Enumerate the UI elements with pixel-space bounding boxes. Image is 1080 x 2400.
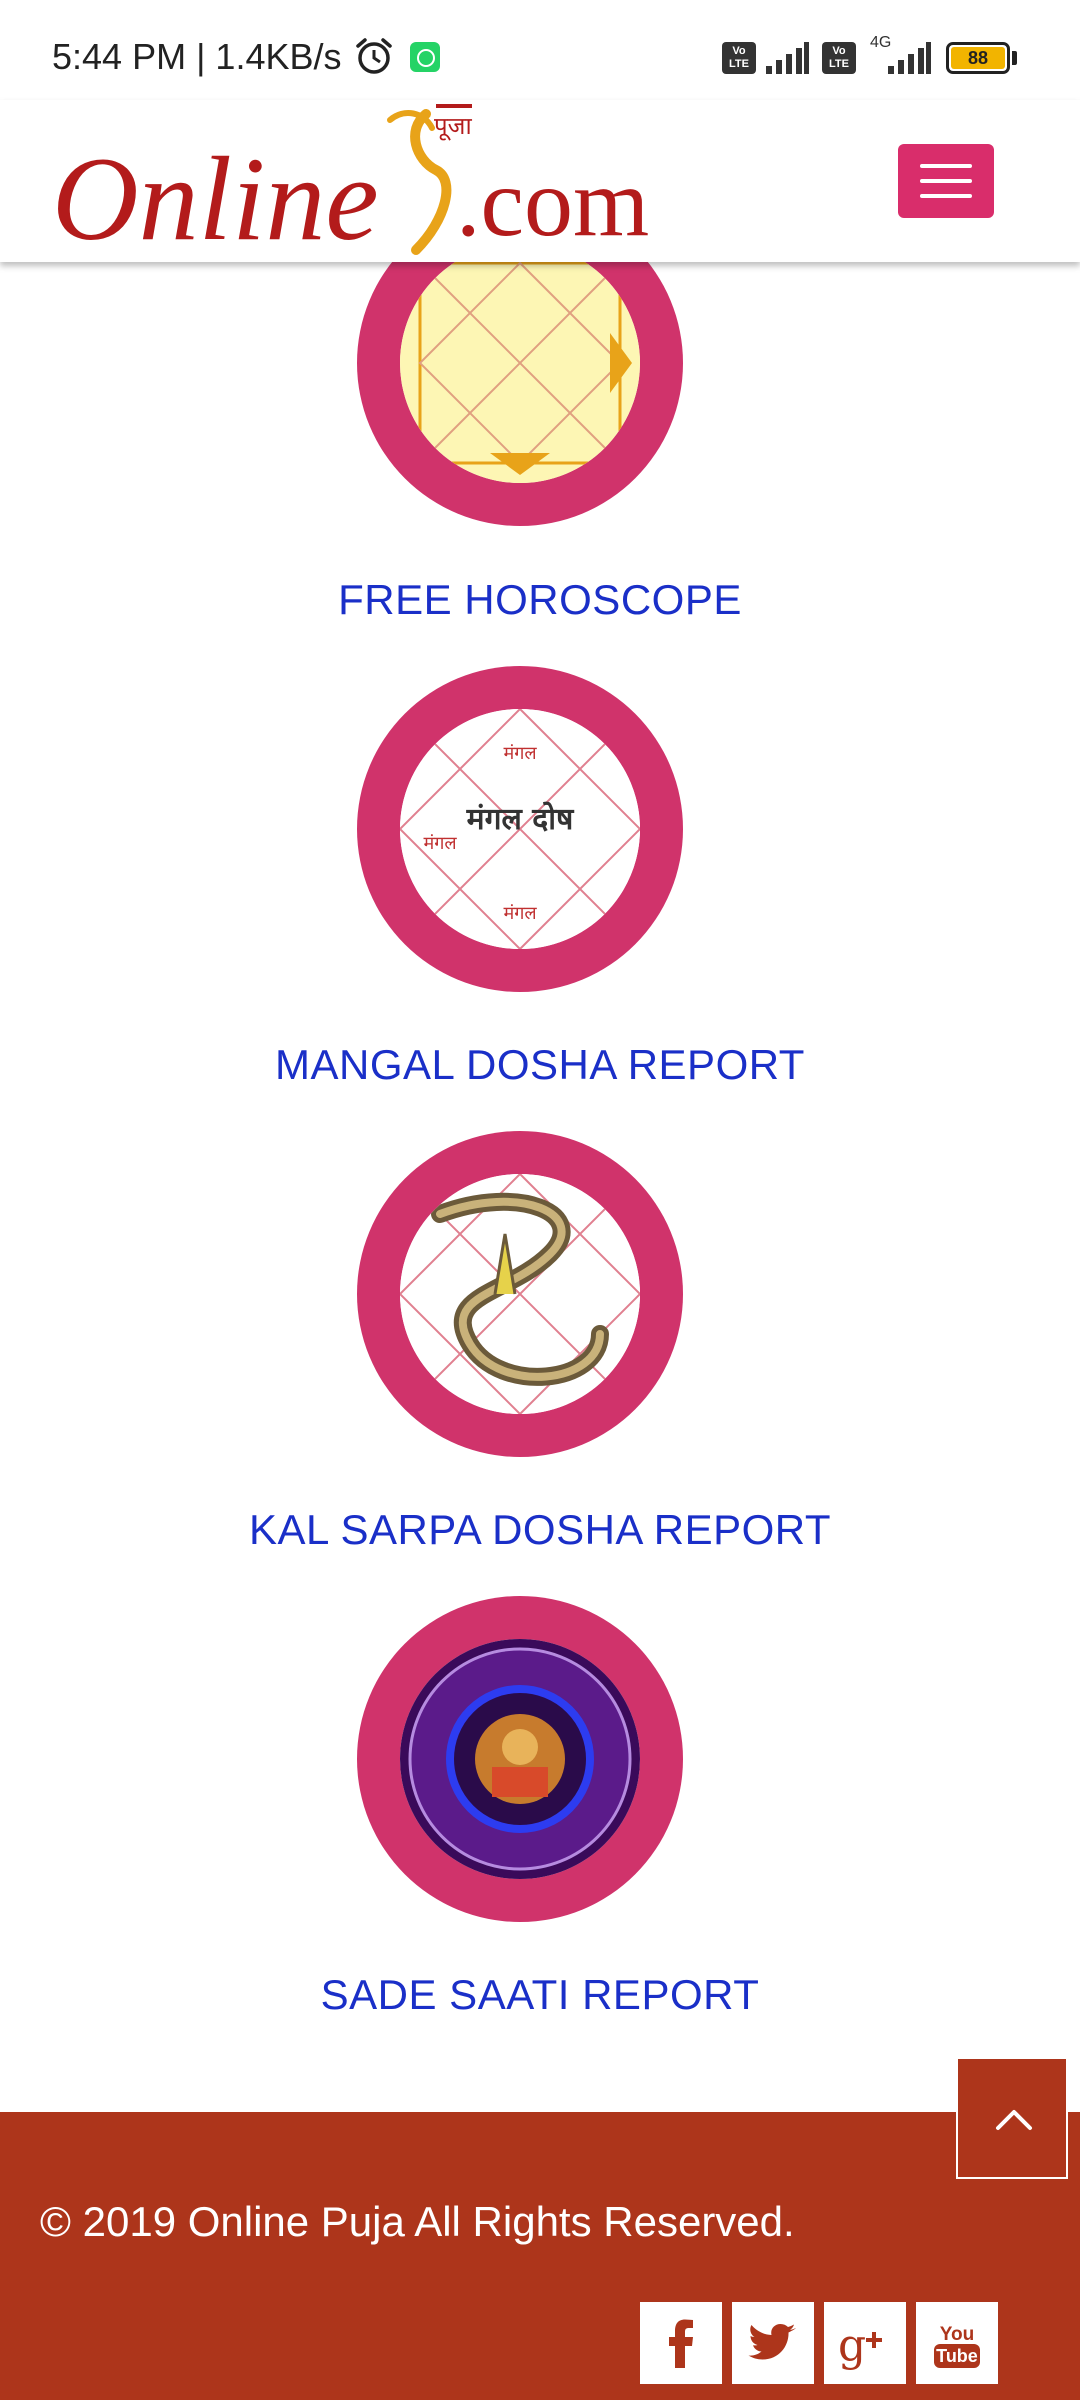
battery-icon: 88 [946,42,1010,74]
site-logo[interactable]: Online पूजा .com [52,100,692,265]
kal-sarpa-image[interactable] [357,1131,683,1457]
copyright-text: © 2019 Online Puja All Rights Reserved. [40,2198,795,2245]
menu-button[interactable] [898,144,994,218]
svg-text:g: g [838,2320,866,2371]
facebook-icon [669,2319,693,2368]
horoscope-chart-graphic [400,243,640,483]
twitter-button[interactable] [732,2302,814,2384]
google-plus-button[interactable]: g [824,2302,906,2384]
mangal-dosha-image[interactable]: मंगल मंगल दोष मंगल मंगल [357,666,683,992]
svg-text:पूजा: पूजा [434,112,472,141]
mangal-dosha-link[interactable]: MANGAL DOSHA REPORT [0,1041,1080,1089]
site-footer: © 2019 Online Puja All Rights Reserved. … [0,2112,1080,2400]
twitter-icon [748,2324,796,2360]
sade-saati-chart-image [400,1639,640,1879]
logo-text-online: Online [52,132,379,265]
kal-sarpa-chart-image [400,1174,640,1414]
kal-sarpa-graphic [400,1174,640,1414]
battery-cap [1012,51,1017,65]
horoscope-chart-image [400,243,640,483]
facebook-button[interactable] [640,2302,722,2384]
signal-strength-icon-2 [888,42,931,74]
sade-saati-link[interactable]: SADE SAATI REPORT [0,1971,1080,2019]
battery-level: 88 [951,47,1005,69]
volte-icon: Vo LTE [722,42,756,74]
mangal-dosha-graphic: मंगल मंगल दोष मंगल मंगल [400,709,640,949]
chevron-up-icon [996,2110,1032,2130]
sade-saati-image[interactable] [357,1596,683,1922]
svg-text:मंगल: मंगल [423,833,457,854]
svg-text:You: You [940,2324,974,2345]
free-horoscope-link[interactable]: FREE HOROSCOPE [0,576,1080,624]
svg-text:मंगल: मंगल [503,743,537,764]
menu-bar [920,179,972,183]
mangal-dosha-chart-image: मंगल मंगल दोष मंगल मंगल [400,709,640,949]
kal-sarpa-link[interactable]: KAL SARPA DOSHA REPORT [0,1506,1080,1554]
status-time-speed: 5:44 PM | 1.4KB/s [52,36,342,77]
menu-bar [920,194,972,198]
alarm-icon [356,38,392,74]
youtube-icon: You Tube [934,2324,980,2368]
status-bar: 5:44 PM | 1.4KB/s Vo LTE Vo LTE 4G 88 [0,0,1080,100]
volte-icon-2: Vo LTE [822,42,856,74]
youtube-button[interactable]: You Tube [916,2302,998,2384]
svg-text:Tube: Tube [936,2346,978,2366]
back-to-top-button[interactable] [956,2057,1068,2179]
svg-text:मंगल: मंगल [503,903,537,924]
site-header: Online पूजा .com [0,100,1080,265]
menu-bar [920,164,972,168]
signal-strength-icon [766,42,809,74]
logo-text-com: .com [456,149,650,257]
svg-text:मंगल दोष: मंगल दोष [466,801,575,837]
google-plus-icon: g [838,2320,882,2371]
sade-saati-graphic [400,1639,640,1879]
whatsapp-icon [410,42,440,72]
